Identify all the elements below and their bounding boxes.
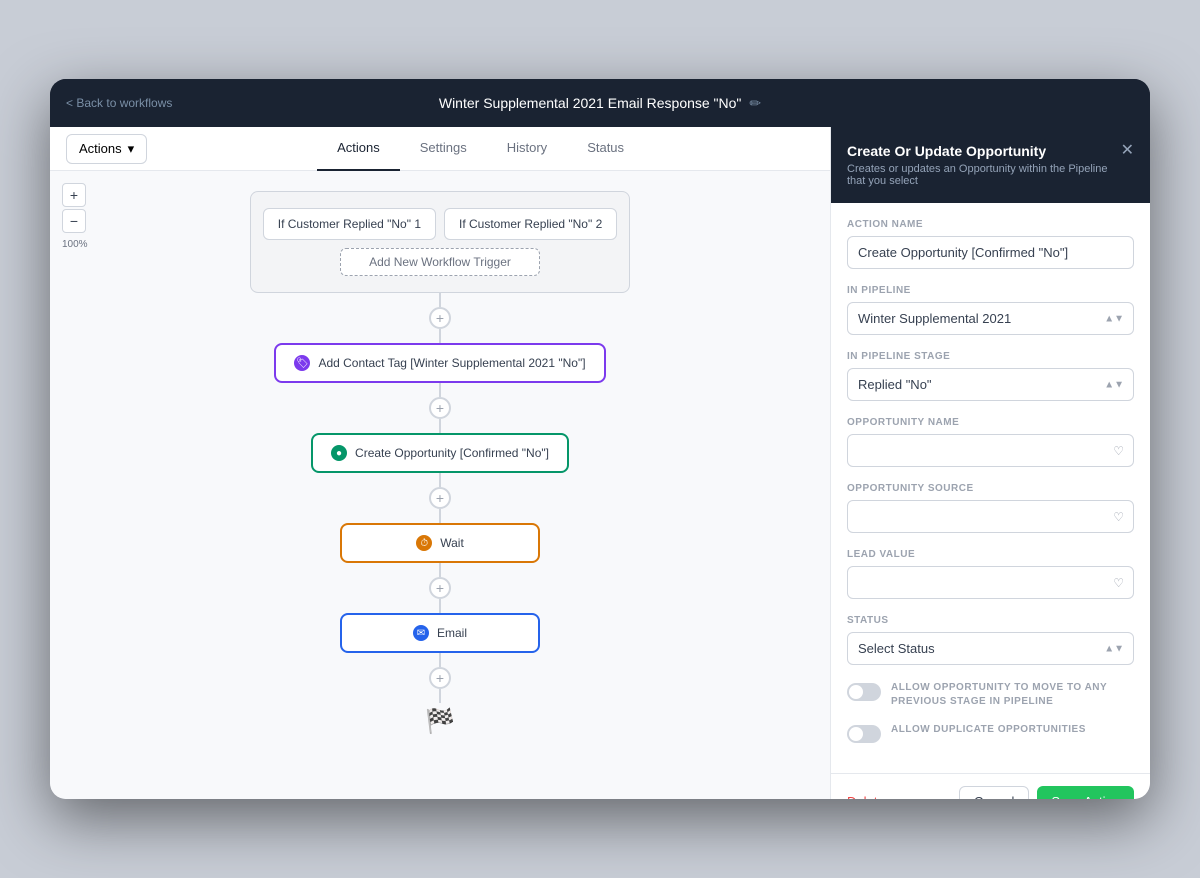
trigger-box: If Customer Replied "No" 1 If Customer R…	[250, 191, 630, 293]
opportunity-node[interactable]: ● Create Opportunity [Confirmed "No"]	[311, 433, 569, 473]
add-trigger-button[interactable]: Add New Workflow Trigger	[340, 248, 540, 276]
panel-header: Create Or Update Opportunity Creates or …	[831, 127, 1150, 203]
action-name-label: ACTION NAME	[847, 219, 1134, 230]
pipeline-stage-label: IN PIPELINE STAGE	[847, 351, 1134, 362]
action-name-field: ACTION NAME	[847, 219, 1134, 269]
email-node[interactable]: ✉ Email	[340, 613, 540, 653]
zoom-out-button[interactable]: −	[62, 209, 86, 233]
lead-value-input[interactable]	[847, 566, 1134, 599]
right-panel: Create Or Update Opportunity Creates or …	[830, 127, 1150, 799]
opportunity-source-input[interactable]	[847, 500, 1134, 533]
toggle-duplicate-row: ALLOW DUPLICATE OPPORTUNITIES	[847, 723, 1134, 743]
delete-button[interactable]: Delete	[847, 794, 885, 799]
status-label: STATUS	[847, 615, 1134, 626]
add-node-btn-2[interactable]: +	[429, 397, 451, 419]
panel-footer: Delete Cancel Save Action	[831, 773, 1150, 799]
zoom-in-button[interactable]: +	[62, 183, 86, 207]
tab-status[interactable]: Status	[567, 127, 644, 171]
workflow-title: Winter Supplemental 2021 Email Response …	[439, 95, 742, 111]
tab-history[interactable]: History	[487, 127, 567, 171]
toggle-duplicate[interactable]	[847, 725, 881, 743]
opportunity-source-field: OPPORTUNITY SOURCE ♡	[847, 483, 1134, 533]
connector-3: +	[429, 473, 451, 523]
opportunity-name-icon: ♡	[1113, 444, 1124, 458]
close-panel-button[interactable]: ✕	[1121, 143, 1134, 159]
in-pipeline-field: IN PIPELINE Winter Supplemental 2021 ▲▼	[847, 285, 1134, 335]
trigger-node-1[interactable]: If Customer Replied "No" 1	[263, 208, 436, 240]
email-icon: ✉	[413, 625, 429, 641]
lead-value-field: LEAD VALUE ♡	[847, 549, 1134, 599]
in-pipeline-select[interactable]: Winter Supplemental 2021	[847, 302, 1134, 335]
actions-button[interactable]: Actions ▾	[66, 134, 147, 164]
lead-value-label: LEAD VALUE	[847, 549, 1134, 560]
opportunity-source-label: OPPORTUNITY SOURCE	[847, 483, 1134, 494]
save-action-button[interactable]: Save Action	[1037, 786, 1134, 799]
actions-label: Actions	[79, 141, 122, 156]
tag-node[interactable]: 🏷 Add Contact Tag [Winter Supplemental 2…	[274, 343, 605, 383]
finish-icon: 🏁	[425, 707, 455, 736]
connector-5: +	[429, 653, 451, 703]
in-pipeline-label: IN PIPELINE	[847, 285, 1134, 296]
wait-node[interactable]: ⏱ Wait	[340, 523, 540, 563]
zoom-level: 100%	[62, 239, 88, 250]
email-label: Email	[437, 626, 467, 640]
opportunity-name-label: OPPORTUNITY NAME	[847, 417, 1134, 428]
connector-4: +	[429, 563, 451, 613]
action-name-input[interactable]	[847, 236, 1134, 269]
add-node-btn-1[interactable]: +	[429, 307, 451, 329]
panel-title: Create Or Update Opportunity	[847, 143, 1121, 159]
wait-label: Wait	[440, 536, 464, 550]
connector-2: +	[429, 383, 451, 433]
trigger-node-2[interactable]: If Customer Replied "No" 2	[444, 208, 617, 240]
panel-subtitle: Creates or updates an Opportunity within…	[847, 163, 1121, 187]
back-link[interactable]: < Back to workflows	[66, 96, 172, 110]
actions-chevron-icon: ▾	[128, 141, 135, 157]
zoom-controls: + − 100%	[62, 183, 88, 250]
opportunity-source-icon: ♡	[1113, 510, 1124, 524]
toggle-previous-stage[interactable]	[847, 683, 881, 701]
lead-value-icon: ♡	[1113, 576, 1124, 590]
toggle-previous-stage-row: ALLOW OPPORTUNITY TO MOVE TO ANY PREVIOU…	[847, 681, 1134, 709]
opportunity-label: Create Opportunity [Confirmed "No"]	[355, 446, 549, 460]
toggle-previous-stage-label: ALLOW OPPORTUNITY TO MOVE TO ANY PREVIOU…	[891, 681, 1134, 709]
tag-label: Add Contact Tag [Winter Supplemental 202…	[318, 356, 585, 370]
add-node-btn-4[interactable]: +	[429, 577, 451, 599]
cancel-button[interactable]: Cancel	[959, 786, 1029, 799]
opportunity-name-field: OPPORTUNITY NAME ♡	[847, 417, 1134, 467]
connector-1: +	[429, 293, 451, 343]
status-field: STATUS Select Status ▲▼	[847, 615, 1134, 665]
opportunity-name-input[interactable]	[847, 434, 1134, 467]
toggle-duplicate-label: ALLOW DUPLICATE OPPORTUNITIES	[891, 723, 1086, 737]
add-node-btn-5[interactable]: +	[429, 667, 451, 689]
opportunity-icon: ●	[331, 445, 347, 461]
add-node-btn-3[interactable]: +	[429, 487, 451, 509]
pipeline-stage-field: IN PIPELINE STAGE Replied "No" ▲▼	[847, 351, 1134, 401]
tab-settings[interactable]: Settings	[400, 127, 487, 171]
edit-title-icon[interactable]: ✏	[749, 95, 761, 112]
status-select[interactable]: Select Status	[847, 632, 1134, 665]
tag-icon: 🏷	[294, 355, 310, 371]
pipeline-stage-select[interactable]: Replied "No"	[847, 368, 1134, 401]
tab-actions[interactable]: Actions	[317, 127, 400, 171]
wait-icon: ⏱	[416, 535, 432, 551]
